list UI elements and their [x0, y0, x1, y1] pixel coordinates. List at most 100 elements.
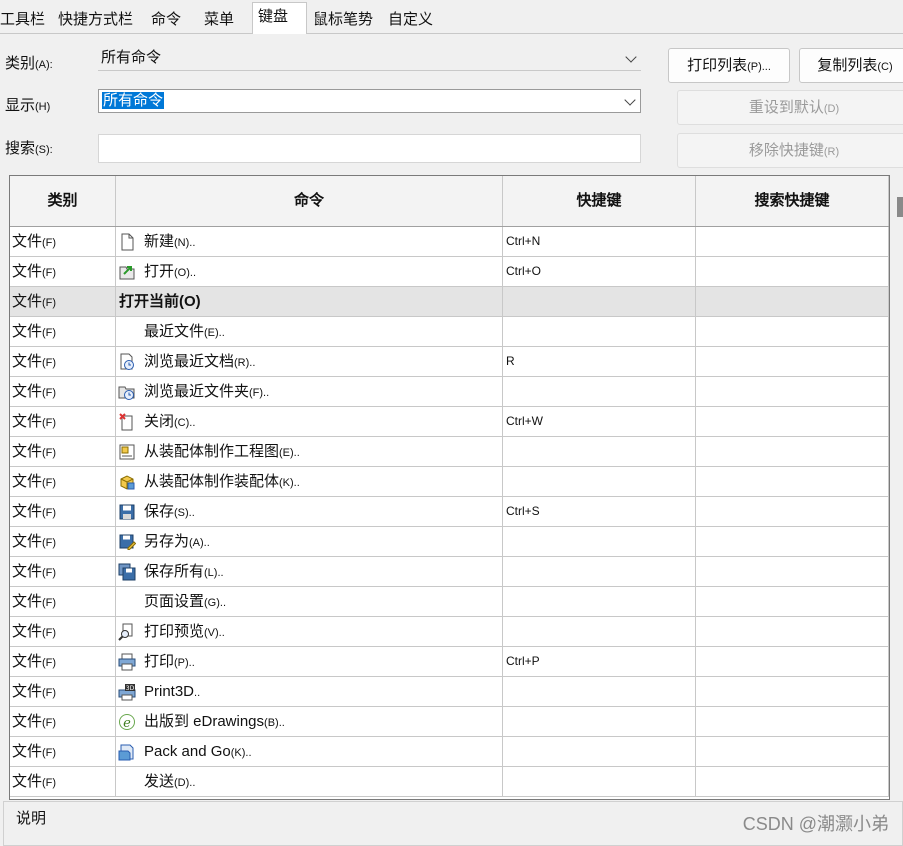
row-category: 文件(F) — [10, 257, 116, 286]
search-input[interactable] — [98, 134, 641, 163]
recent-folders-icon — [118, 382, 136, 400]
tab-shortcut-bar[interactable]: 快捷方式栏 — [53, 6, 139, 31]
header-category[interactable]: 类别 — [10, 176, 116, 226]
table-row[interactable]: 文件(F) 从装配体制作工程图(E).. — [10, 437, 889, 467]
row-shortcut[interactable] — [503, 767, 696, 796]
tab-keyboard[interactable]: 键盘 — [252, 2, 307, 34]
remove-shortcut-button[interactable]: 移除快捷键(R) — [677, 133, 903, 168]
row-search-shortcut[interactable] — [696, 257, 889, 286]
row-shortcut[interactable] — [503, 377, 696, 406]
row-category: 文件(F) — [10, 347, 116, 376]
row-search-shortcut[interactable] — [696, 617, 889, 646]
category-dropdown[interactable]: 所有命令 — [98, 47, 641, 71]
row-search-shortcut[interactable] — [696, 497, 889, 526]
row-search-shortcut[interactable] — [696, 707, 889, 736]
close-document-icon — [118, 412, 136, 431]
row-command: 3D Print3D.. — [116, 677, 503, 706]
row-command: 浏览最近文档(R).. — [116, 347, 503, 376]
row-shortcut[interactable]: R — [503, 347, 696, 376]
row-shortcut[interactable] — [503, 617, 696, 646]
row-category: 文件(F) — [10, 677, 116, 706]
row-shortcut[interactable] — [503, 287, 696, 316]
table-row[interactable]: 文件(F) 关闭(C).. Ctrl+W — [10, 407, 889, 437]
row-category: 文件(F) — [10, 557, 116, 586]
vertical-scrollbar[interactable] — [890, 175, 903, 800]
table-row[interactable]: 文件(F) 新建(N).. Ctrl+N — [10, 227, 889, 257]
row-category: 文件(F) — [10, 527, 116, 556]
row-shortcut[interactable] — [503, 677, 696, 706]
row-search-shortcut[interactable] — [696, 557, 889, 586]
row-shortcut[interactable]: Ctrl+O — [503, 257, 696, 286]
tab-mouse-gestures[interactable]: 鼠标笔势 — [308, 6, 379, 31]
scrollbar-thumb[interactable] — [897, 197, 903, 217]
table-row[interactable]: 文件(F) 打印预览(V).. — [10, 617, 889, 647]
row-command: e 出版到 eDrawings(B).. — [116, 707, 503, 736]
table-row[interactable]: 文件(F) 打印(P).. Ctrl+P — [10, 647, 889, 677]
make-assembly-icon — [118, 472, 136, 490]
table-row[interactable]: 文件(F) 最近文件(E).. — [10, 317, 889, 347]
row-search-shortcut[interactable] — [696, 317, 889, 346]
description-label: 说明 — [14, 807, 49, 828]
header-shortcut[interactable]: 快捷键 — [503, 176, 696, 226]
print-list-button[interactable]: 打印列表(P)... — [668, 48, 790, 83]
table-row[interactable]: 文件(F) 浏览最近文档(R).. R — [10, 347, 889, 377]
row-shortcut[interactable] — [503, 557, 696, 586]
row-shortcut[interactable] — [503, 707, 696, 736]
row-search-shortcut[interactable] — [696, 437, 889, 466]
header-command[interactable]: 命令 — [116, 176, 503, 226]
row-category: 文件(F) — [10, 437, 116, 466]
table-row[interactable]: 文件(F) 页面设置(G).. — [10, 587, 889, 617]
table-row[interactable]: 文件(F) 保存所有(L).. — [10, 557, 889, 587]
tab-menus[interactable]: 菜单 — [199, 6, 240, 31]
row-search-shortcut[interactable] — [696, 347, 889, 376]
table-row[interactable]: 文件(F) 保存(S).. Ctrl+S — [10, 497, 889, 527]
table-row[interactable]: 文件(F) 浏览最近文件夹(F).. — [10, 377, 889, 407]
row-shortcut[interactable] — [503, 737, 696, 766]
row-category: 文件(F) — [10, 647, 116, 676]
row-search-shortcut[interactable] — [696, 467, 889, 496]
row-command: 最近文件(E).. — [116, 317, 503, 346]
search-label: 搜索(S): — [5, 140, 53, 157]
row-command: 打开当前(O) — [116, 287, 503, 316]
row-shortcut[interactable]: Ctrl+P — [503, 647, 696, 676]
show-dropdown[interactable]: 所有命令 — [98, 89, 641, 113]
tab-toolbars[interactable]: 工具栏 — [0, 6, 51, 31]
table-row[interactable]: 文件(F) 另存为(A).. — [10, 527, 889, 557]
row-shortcut[interactable] — [503, 527, 696, 556]
row-shortcut[interactable] — [503, 317, 696, 346]
row-search-shortcut[interactable] — [696, 407, 889, 436]
chevron-down-icon — [625, 51, 637, 63]
row-category: 文件(F) — [10, 227, 116, 256]
table-row[interactable]: 文件(F) e 出版到 eDrawings(B).. — [10, 707, 889, 737]
table-row[interactable]: 文件(F) 发送(D).. — [10, 767, 889, 797]
row-shortcut[interactable] — [503, 437, 696, 466]
row-shortcut[interactable] — [503, 467, 696, 496]
row-search-shortcut[interactable] — [696, 677, 889, 706]
row-category: 文件(F) — [10, 407, 116, 436]
tab-customize[interactable]: 自定义 — [383, 6, 439, 31]
row-search-shortcut[interactable] — [696, 647, 889, 676]
row-shortcut[interactable]: Ctrl+N — [503, 227, 696, 256]
row-shortcut[interactable]: Ctrl+S — [503, 497, 696, 526]
table-row[interactable]: 文件(F) 打开(O).. Ctrl+O — [10, 257, 889, 287]
tab-commands[interactable]: 命令 — [146, 6, 187, 31]
row-search-shortcut[interactable] — [696, 527, 889, 556]
row-search-shortcut[interactable] — [696, 227, 889, 256]
copy-list-button[interactable]: 复制列表(C) — [799, 48, 903, 83]
save-as-icon — [118, 532, 137, 550]
table-row[interactable]: 文件(F) Pack and Go(K).. — [10, 737, 889, 767]
table-row[interactable]: 文件(F) 从装配体制作装配体(K).. — [10, 467, 889, 497]
row-shortcut[interactable]: Ctrl+W — [503, 407, 696, 436]
row-category: 文件(F) — [10, 287, 116, 316]
table-row[interactable]: 文件(F) 3D Print3D.. — [10, 677, 889, 707]
row-search-shortcut[interactable] — [696, 587, 889, 616]
header-search-shortcut[interactable]: 搜索快捷键 — [696, 176, 889, 226]
reset-default-button[interactable]: 重设到默认(D) — [677, 90, 903, 125]
row-search-shortcut[interactable] — [696, 377, 889, 406]
row-search-shortcut[interactable] — [696, 287, 889, 316]
row-search-shortcut[interactable] — [696, 767, 889, 796]
row-search-shortcut[interactable] — [696, 737, 889, 766]
row-command: 从装配体制作装配体(K).. — [116, 467, 503, 496]
row-shortcut[interactable] — [503, 587, 696, 616]
table-row[interactable]: 文件(F) 打开当前(O) — [10, 287, 889, 317]
